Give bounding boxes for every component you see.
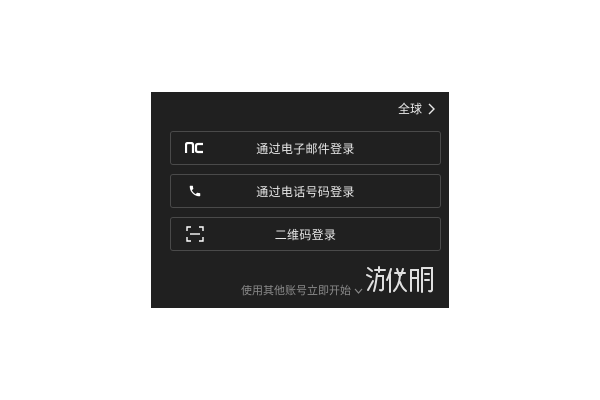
email-login-button[interactable]: 通过电子邮件登录 bbox=[170, 131, 441, 165]
region-label: 全球 bbox=[397, 102, 422, 116]
chevron-right-icon bbox=[428, 103, 435, 115]
login-panel: 全球 通过电子邮件登录 通过电话号码登录 二维码登录 使用其他账号立即开始 bbox=[151, 92, 449, 308]
region-selector[interactable]: 全球 bbox=[398, 100, 435, 117]
qr-login-button[interactable]: 二维码登录 bbox=[170, 217, 441, 251]
nc-logo-icon bbox=[185, 140, 205, 156]
email-login-label: 通过电子邮件登录 bbox=[256, 141, 355, 156]
watermark-logo bbox=[365, 264, 435, 294]
phone-login-label: 通过电话号码登录 bbox=[256, 184, 355, 199]
phone-login-button[interactable]: 通过电话号码登录 bbox=[170, 174, 441, 208]
phone-icon bbox=[185, 183, 205, 199]
other-accounts-label: 使用其他账号立即开始 bbox=[241, 284, 351, 297]
watermark-logo-icon bbox=[366, 266, 433, 293]
chevron-down-icon bbox=[354, 284, 363, 297]
other-accounts-link[interactable]: 使用其他账号立即开始 bbox=[241, 282, 363, 298]
qr-scan-icon bbox=[185, 226, 205, 242]
qr-login-label: 二维码登录 bbox=[274, 227, 337, 242]
